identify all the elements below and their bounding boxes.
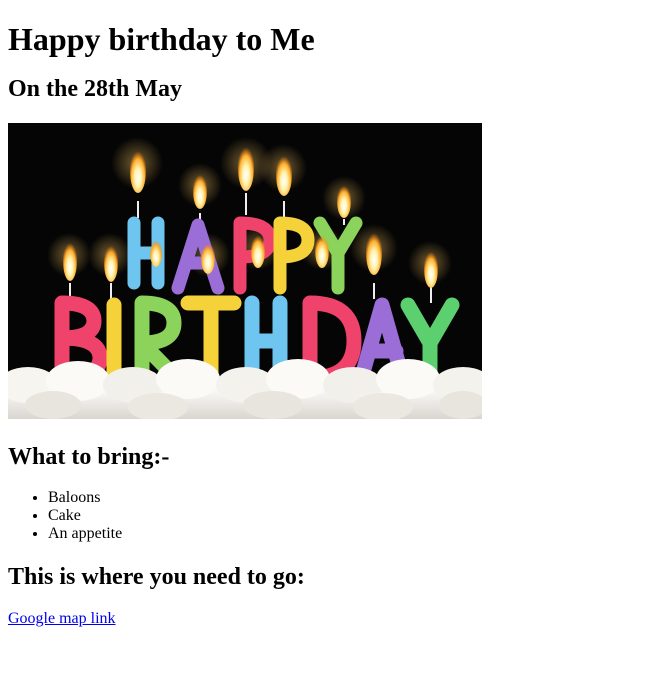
google-map-link[interactable]: Google map link	[8, 610, 116, 628]
birthday-cake-image	[8, 123, 482, 419]
where-to-go-heading: This is where you need to go:	[8, 564, 305, 590]
bring-list: Baloons Cake An appetite	[8, 489, 656, 543]
page: Happy birthday to Me On the 28th May Wha…	[0, 21, 664, 628]
page-title: Happy birthday to Me	[8, 21, 315, 57]
list-item: An appetite	[48, 525, 656, 543]
what-to-bring-heading: What to bring:-	[8, 444, 170, 470]
cake-frosting	[8, 359, 482, 419]
date-heading: On the 28th May	[8, 76, 182, 102]
list-item: Baloons	[48, 489, 656, 507]
list-item: Cake	[48, 507, 656, 525]
